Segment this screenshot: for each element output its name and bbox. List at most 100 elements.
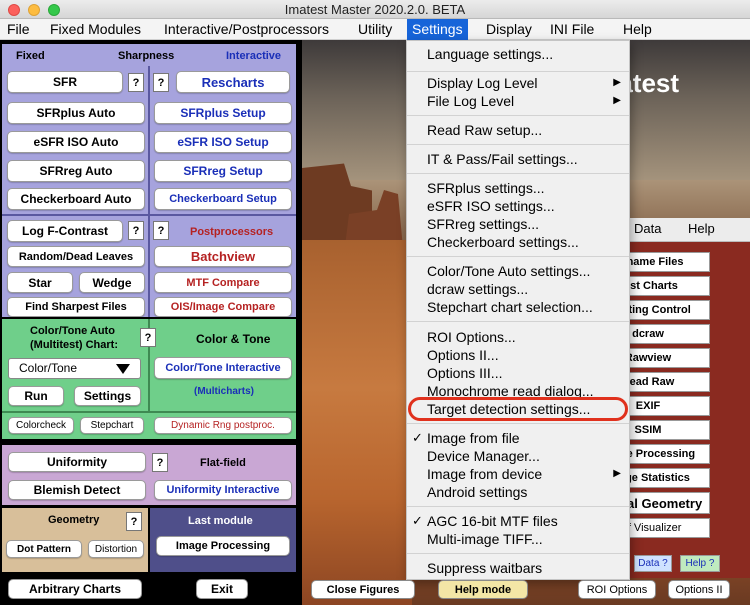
colorcheck-button[interactable]: Colorcheck	[8, 417, 74, 434]
data-help-button[interactable]: Data ?	[634, 555, 672, 572]
module-panel: Fixed Sharpness Interactive SFR ? ? Resc…	[0, 40, 302, 605]
tab-data[interactable]: Data	[634, 221, 661, 236]
menu-display[interactable]: Display	[481, 19, 537, 40]
image-processing-button[interactable]: Image Processing	[156, 536, 290, 556]
dynamic-range-postproc-button[interactable]: Dynamic Rng postproc.	[154, 417, 292, 434]
random-dead-leaves-button[interactable]: Random/Dead Leaves	[7, 246, 145, 267]
checkmark-icon: ✓	[412, 430, 423, 445]
sfr-help-button[interactable]: ?	[128, 73, 144, 92]
submenu-arrow-icon: ▶	[613, 77, 621, 88]
menu-item-display-log-level[interactable]: Display Log Level ▶	[407, 74, 629, 92]
menu-ini-file[interactable]: INI File	[545, 19, 599, 40]
menu-item-read-raw-setup[interactable]: Read Raw setup...	[407, 121, 629, 139]
menu-item-color-tone-auto-settings[interactable]: Color/Tone Auto settings...	[407, 262, 629, 280]
run-button[interactable]: Run	[8, 386, 64, 406]
menu-help[interactable]: Help	[618, 19, 657, 40]
arbitrary-charts-button[interactable]: Arbitrary Charts	[8, 579, 142, 599]
menu-item-it-pass-fail-settings[interactable]: IT & Pass/Fail settings...	[407, 150, 629, 168]
menu-item-agc-16bit-mtf-files[interactable]: ✓ AGC 16-bit MTF files	[407, 512, 629, 530]
menu-item-device-manager[interactable]: Device Manager...	[407, 447, 629, 465]
roi-options-button[interactable]: ROI Options	[578, 580, 656, 599]
display-log-level-label: Display Log Level	[427, 75, 538, 91]
color-tone-auto-help-button[interactable]: ?	[140, 328, 156, 347]
menu-item-dcraw-settings[interactable]: dcraw settings...	[407, 280, 629, 298]
flat-field-label: Flat-field	[200, 457, 246, 469]
sharpness-section: Fixed Sharpness Interactive SFR ? ? Resc…	[2, 44, 296, 317]
options-ii-button[interactable]: Options II	[668, 580, 730, 599]
close-figures-button[interactable]: Close Figures	[311, 580, 415, 599]
sfrreg-auto-button[interactable]: SFRreg Auto	[7, 160, 145, 182]
esfr-iso-auto-button[interactable]: eSFR ISO Auto	[7, 131, 145, 153]
menu-item-android-settings[interactable]: Android settings	[407, 483, 629, 501]
stepchart-button[interactable]: Stepchart	[80, 417, 144, 434]
menu-item-suppress-waitbars[interactable]: Suppress waitbars	[407, 559, 629, 577]
menu-fixed-modules[interactable]: Fixed Modules	[45, 19, 146, 40]
menu-interactive-postprocessors[interactable]: Interactive/Postprocessors	[159, 19, 334, 40]
menu-utility[interactable]: Utility	[353, 19, 397, 40]
sfr-button[interactable]: SFR	[7, 71, 123, 93]
batchview-button[interactable]: Batchview	[154, 246, 292, 267]
uniformity-help-button[interactable]: ?	[152, 453, 168, 472]
uniformity-button[interactable]: Uniformity	[8, 452, 146, 472]
chart-type-select[interactable]: Color/Tone	[8, 358, 141, 379]
menu-item-sfrplus-settings[interactable]: SFRplus settings...	[407, 179, 629, 197]
sfrplus-setup-button[interactable]: SFRplus Setup	[154, 102, 292, 124]
settings-dropdown-menu: Language settings... Display Log Level ▶ …	[406, 40, 630, 580]
settings-button[interactable]: Settings	[74, 386, 141, 406]
blemish-detect-button[interactable]: Blemish Detect	[8, 480, 146, 500]
log-f-help-button[interactable]: ?	[128, 221, 144, 240]
menu-item-roi-options[interactable]: ROI Options...	[407, 328, 629, 346]
geometry-section: Geometry ? Dot Pattern Distortion	[2, 508, 148, 572]
sfrreg-setup-button[interactable]: SFRreg Setup	[154, 160, 292, 182]
menu-item-image-from-device[interactable]: Image from device ▶	[407, 465, 629, 483]
color-tone-interactive-button[interactable]: Color/Tone Interactive	[154, 357, 292, 379]
help-mode-button[interactable]: Help mode	[438, 580, 528, 599]
rescharts-button[interactable]: Rescharts	[176, 71, 290, 93]
uniformity-interactive-button[interactable]: Uniformity Interactive	[154, 480, 292, 500]
menu-item-multi-image-tiff[interactable]: Multi-image TIFF...	[407, 530, 629, 548]
mtf-compare-button[interactable]: MTF Compare	[154, 272, 292, 293]
ois-image-compare-button[interactable]: OIS/Image Compare	[154, 297, 292, 317]
exit-button[interactable]: Exit	[196, 579, 248, 599]
menu-item-language-settings[interactable]: Language settings...	[407, 45, 629, 63]
menu-item-stepchart-chart-selection[interactable]: Stepchart chart selection...	[407, 298, 629, 316]
postprocessors-label: Postprocessors	[190, 226, 274, 238]
uniformity-section: Uniformity ? Flat-field Blemish Detect U…	[2, 445, 296, 505]
agc-label: AGC 16-bit MTF files	[427, 513, 558, 529]
title-bar: Imatest Master 2020.2.0. BETA	[0, 0, 750, 19]
menu-settings[interactable]: Settings	[407, 19, 468, 40]
menu-separator	[407, 115, 629, 116]
submenu-arrow-icon: ▶	[613, 95, 621, 106]
postprocessors-help-button[interactable]: ?	[153, 221, 169, 240]
esfr-iso-setup-button[interactable]: eSFR ISO Setup	[154, 131, 292, 153]
menu-item-checkerboard-settings[interactable]: Checkerboard settings...	[407, 233, 629, 251]
log-f-contrast-button[interactable]: Log F-Contrast	[7, 220, 123, 242]
checkerboard-auto-button[interactable]: Checkerboard Auto	[7, 188, 145, 210]
star-button[interactable]: Star	[7, 272, 73, 293]
sharpness-label: Sharpness	[118, 50, 175, 62]
menu-file[interactable]: File	[2, 19, 35, 40]
menu-item-options-ii[interactable]: Options II...	[407, 346, 629, 364]
sfrplus-auto-button[interactable]: SFRplus Auto	[7, 102, 145, 124]
sharpness-divider-h	[2, 214, 296, 216]
find-sharpest-files-button[interactable]: Find Sharpest Files	[7, 297, 145, 317]
menu-item-image-from-file[interactable]: ✓ Image from file	[407, 429, 629, 447]
menu-separator	[407, 321, 629, 322]
menu-bar: File Fixed Modules Interactive/Postproce…	[0, 19, 750, 40]
wedge-button[interactable]: Wedge	[79, 272, 145, 293]
fixed-label: Fixed	[16, 50, 45, 62]
distortion-button[interactable]: Distortion	[88, 540, 144, 558]
geometry-help-button[interactable]: ?	[126, 512, 142, 531]
color-tone-divider-h	[2, 411, 296, 413]
menu-separator	[407, 553, 629, 554]
menu-item-options-iii[interactable]: Options III...	[407, 364, 629, 382]
dot-pattern-button[interactable]: Dot Pattern	[6, 540, 82, 558]
menu-item-file-log-level[interactable]: File Log Level ▶	[407, 92, 629, 110]
help-help-button[interactable]: Help ?	[680, 555, 720, 572]
menu-item-sfrreg-settings[interactable]: SFRreg settings...	[407, 215, 629, 233]
checkerboard-setup-button[interactable]: Checkerboard Setup	[154, 188, 292, 210]
last-module-section: Last module Image Processing	[150, 508, 296, 572]
menu-item-esfr-iso-settings[interactable]: eSFR ISO settings...	[407, 197, 629, 215]
rescharts-help-button[interactable]: ?	[153, 73, 169, 92]
tab-help[interactable]: Help	[688, 221, 715, 236]
